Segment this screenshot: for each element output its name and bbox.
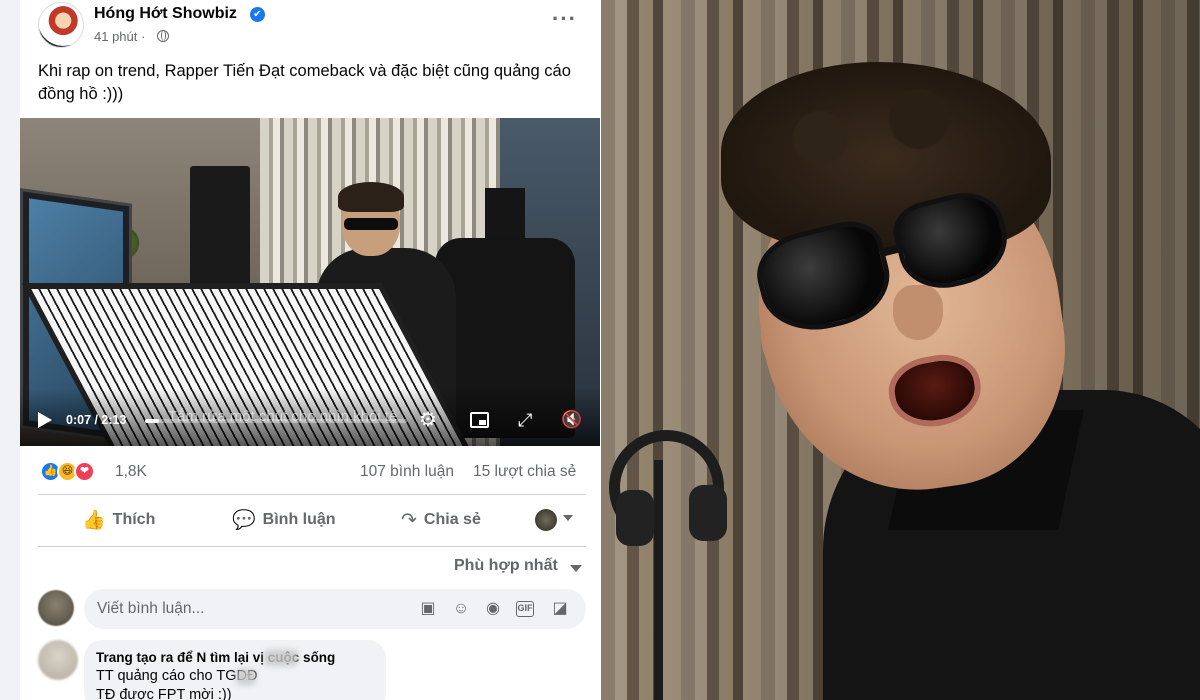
love-reaction-icon: ❤	[74, 461, 95, 482]
divider	[38, 494, 586, 495]
comment-text-line: TĐ được FPT mời :))	[96, 687, 232, 700]
sticker-icon[interactable]: ◪	[550, 599, 570, 619]
page-name-link[interactable]: Hóng Hớt Showbiz	[94, 5, 237, 23]
page-avatar[interactable]	[38, 2, 84, 48]
verified-badge-icon: ✔	[250, 7, 265, 22]
headphone-cup	[616, 490, 654, 546]
facebook-post: Hóng Hớt Showbiz ✔ 41 phút · ··· Khi rap…	[0, 0, 600, 700]
comment-count-link[interactable]: 107 bình luận	[360, 463, 454, 481]
nose	[893, 285, 943, 340]
headphone-cup	[689, 485, 727, 541]
page-background-edge	[0, 0, 20, 700]
gif-icon[interactable]: GIF	[516, 601, 534, 617]
fullscreen-icon[interactable]: ⤢	[518, 410, 532, 431]
comment-text-line: TT quảng cáo cho TGDĐ	[96, 668, 258, 684]
studio-speaker	[190, 166, 250, 286]
commenter-avatar[interactable]	[38, 640, 78, 680]
globe-icon	[157, 30, 169, 42]
camera-icon[interactable]: ◉	[483, 599, 503, 619]
comment-sort-dropdown[interactable]: Phù hợp nhất	[454, 557, 558, 575]
censor-blur	[264, 650, 298, 666]
comment-text-line: Trang tạo ra để N tìm lại vị cuộc sống	[96, 650, 336, 665]
reaction-count[interactable]: 1,8K	[115, 463, 147, 481]
avatar	[535, 509, 557, 531]
share-count-link[interactable]: 15 lượt chia sẻ	[473, 463, 576, 481]
censor-blur	[236, 669, 256, 685]
comment-bubble: Trang tạo ra để N tìm lại vị cuộc sống T…	[84, 640, 386, 700]
rapper-hair	[338, 182, 404, 212]
thumbs-up-icon: 👍	[82, 510, 106, 531]
video-time: 0:07 / 2:13	[66, 413, 127, 427]
speech-bubble-icon: 💬	[232, 510, 256, 531]
reaction-icons[interactable]: 👍 😆 ❤	[40, 461, 110, 483]
chevron-down-icon	[563, 515, 573, 521]
rapper-sunglasses	[344, 218, 398, 230]
share-button[interactable]: ↷ Chia sẻ	[401, 502, 481, 538]
rapper-closeup-photo	[601, 0, 1200, 700]
comment-button[interactable]: 💬 Bình luận	[232, 502, 336, 538]
divider	[38, 546, 586, 547]
play-icon[interactable]	[38, 412, 52, 428]
share-button-label: Chia sẻ	[423, 511, 481, 528]
comment-button-label: Bình luận	[262, 511, 336, 528]
react-as-selector[interactable]	[535, 509, 575, 531]
current-user-avatar[interactable]	[38, 590, 74, 626]
avatar-sticker-icon[interactable]: ▣	[418, 599, 438, 619]
picture-in-picture-icon[interactable]	[470, 412, 489, 428]
emoji-icon[interactable]: ☺	[451, 599, 471, 619]
post-caption: Khi rap on trend, Rapper Tiến Đạt comeba…	[38, 62, 571, 103]
share-arrow-icon: ↷	[401, 509, 417, 531]
more-options-icon[interactable]: ···	[552, 6, 577, 32]
video-player[interactable]	[20, 118, 600, 446]
like-button-label: Thích	[112, 511, 156, 528]
post-timestamp[interactable]: 41 phút ·	[94, 29, 145, 44]
mic-stand	[654, 460, 663, 700]
comment-input[interactable]: Viết bình luận... ▣ ☺ ◉ GIF ◪	[84, 589, 586, 629]
settings-gear-icon[interactable]: ⚙	[419, 410, 437, 430]
video-progress-fill	[145, 419, 159, 423]
video-subtitle: Tắm rửa một chút cho nhìn khỏi tệ	[168, 408, 398, 425]
mute-icon[interactable]: 🔇	[561, 410, 582, 430]
comment-input-placeholder: Viết bình luận...	[97, 600, 205, 617]
like-button[interactable]: 👍 Thích	[82, 502, 155, 538]
chevron-down-icon[interactable]	[570, 565, 582, 572]
